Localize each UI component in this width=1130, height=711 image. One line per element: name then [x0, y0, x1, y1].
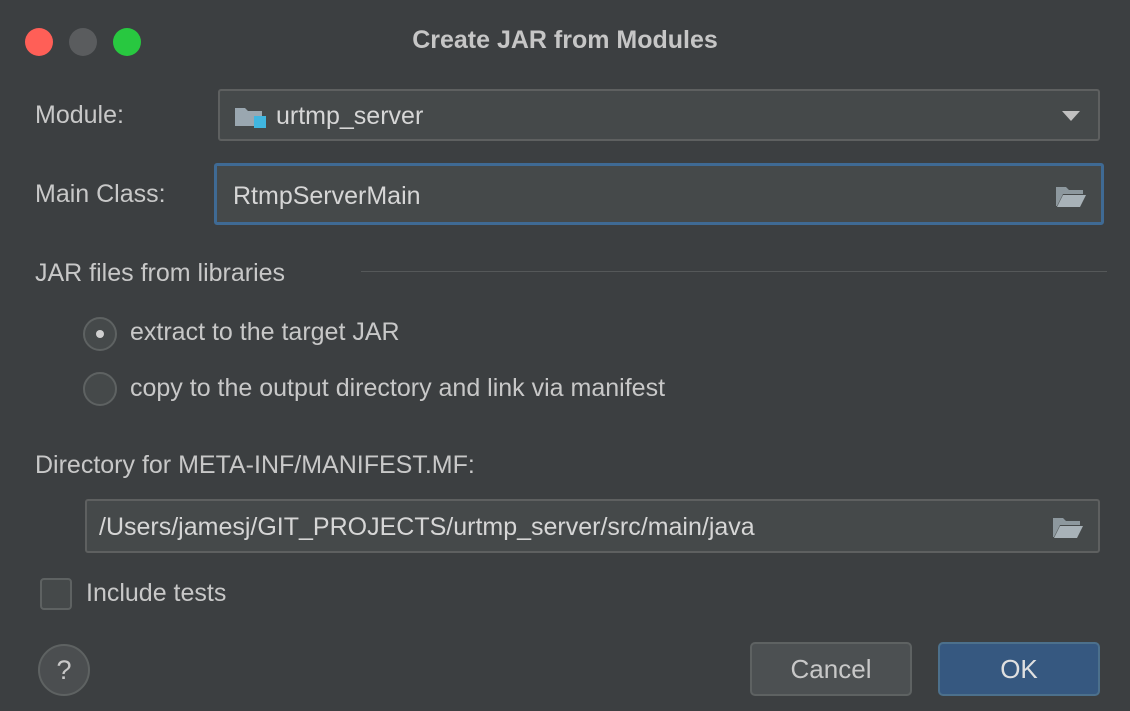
section-divider	[361, 271, 1107, 272]
main-class-label: Main Class:	[35, 180, 166, 208]
copy-option-label[interactable]: copy to the output directory and link vi…	[130, 374, 665, 403]
folder-open-icon[interactable]	[1052, 515, 1084, 544]
extract-option-label[interactable]: extract to the target JAR	[130, 318, 400, 347]
chevron-down-icon[interactable]	[1062, 111, 1080, 121]
module-select[interactable]: urtmp_server	[218, 89, 1100, 141]
dialog-title: Create JAR from Modules	[412, 26, 718, 54]
copy-radio[interactable]	[83, 372, 117, 406]
ok-button[interactable]: OK	[938, 642, 1100, 696]
folder-open-icon[interactable]	[1055, 184, 1087, 213]
title-bar: Create JAR from Modules	[0, 0, 1130, 84]
main-class-value: RtmpServerMain	[233, 182, 421, 210]
include-tests-checkbox[interactable]	[40, 578, 72, 610]
manifest-dir-input[interactable]: /Users/jamesj/GIT_PROJECTS/urtmp_server/…	[85, 499, 1100, 553]
module-label: Module:	[35, 101, 124, 129]
module-value: urtmp_server	[276, 102, 424, 130]
libraries-section-label: JAR files from libraries	[35, 259, 286, 287]
create-jar-dialog: Create JAR from Modules Module: urtmp_se…	[0, 0, 1130, 711]
main-class-input[interactable]: RtmpServerMain	[214, 163, 1104, 225]
include-tests-label[interactable]: Include tests	[86, 579, 226, 608]
extract-radio[interactable]	[83, 317, 117, 351]
module-folder-icon	[234, 106, 268, 133]
manifest-dir-label: Directory for META-INF/MANIFEST.MF:	[35, 451, 475, 479]
cancel-button[interactable]: Cancel	[750, 642, 912, 696]
help-button[interactable]: ?	[38, 644, 90, 696]
manifest-dir-value: /Users/jamesj/GIT_PROJECTS/urtmp_server/…	[99, 513, 755, 541]
